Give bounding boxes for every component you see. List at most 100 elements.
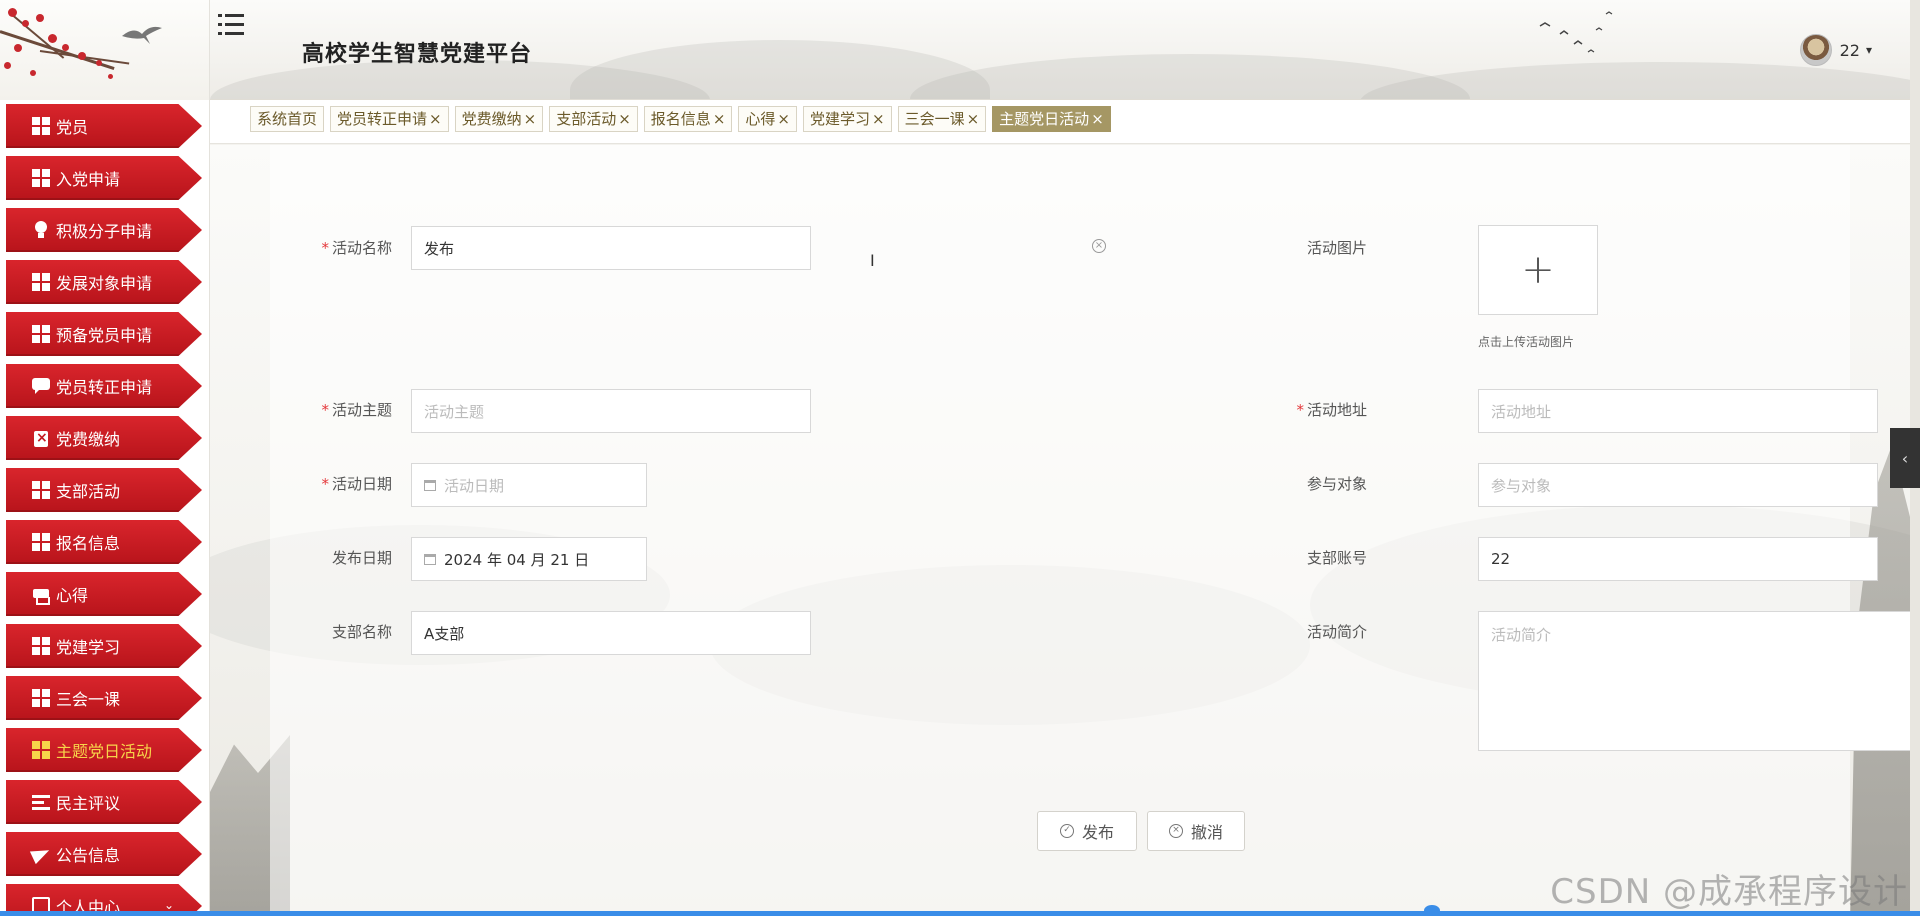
sidebar-item-label: 报名信息 — [56, 534, 121, 553]
sidebar-item-label: 党费缴纳 — [56, 430, 121, 449]
sidebar-item-label: 民主评议 — [56, 794, 121, 813]
close-icon[interactable]: × — [872, 110, 885, 128]
crane-icon — [122, 26, 162, 44]
tab-three-meetings[interactable]: 三会一课 × — [897, 106, 987, 132]
activity-intro-label: 活动简介 — [1306, 623, 1367, 641]
grid-icon — [32, 325, 50, 343]
sidebar-item-three-meetings[interactable]: 三会一课 — [6, 676, 202, 720]
tab-regularization-application[interactable]: 党员转正申请 × — [330, 106, 449, 132]
sidebar-item-branch-activities[interactable]: 支部活动 — [6, 468, 202, 512]
activity-name-input[interactable]: 发布 — [411, 226, 811, 270]
tab-home[interactable]: 系统首页 — [250, 106, 325, 132]
activity-address-placeholder: 活动地址 — [1491, 402, 1552, 421]
sidebar-item-label: 主题党日活动 — [56, 742, 153, 761]
list-icon — [32, 793, 50, 811]
sidebar-item-theme-day-activity[interactable]: 主题党日活动 — [6, 728, 202, 772]
activity-form: * 活动名称 发布 I × 活动图片 + 点击上传活动图片 * 活动主题 活动主题 … — [270, 145, 1910, 916]
grid-icon — [32, 169, 50, 187]
publish-date-label: 发布日期 — [331, 549, 392, 567]
sidebar-item-label: 三会一课 — [56, 690, 121, 709]
sidebar-item-label: 党员 — [56, 118, 89, 137]
sidebar-item-probationary-application[interactable]: 预备党员申请 — [6, 312, 202, 356]
menu-toggle-icon[interactable] — [218, 14, 244, 38]
branch-account-input[interactable]: 22 — [1478, 537, 1878, 581]
activity-date-picker[interactable]: 活动日期 — [411, 463, 647, 507]
close-icon[interactable]: × — [618, 110, 631, 128]
sidebar-item-activist-application[interactable]: 积极分子申请 — [6, 208, 202, 252]
activity-name-label: * 活动名称 — [321, 239, 392, 257]
check-circle-icon: ✓ — [1059, 824, 1074, 838]
participants-input[interactable]: 参与对象 — [1478, 463, 1878, 507]
close-icon[interactable]: × — [777, 110, 790, 128]
grid-icon — [32, 533, 50, 551]
sidebar-item-experience[interactable]: 心得 — [6, 572, 202, 616]
sidebar-item-dues-payment[interactable]: 党费缴纳 — [6, 416, 202, 460]
activity-theme-label: * 活动主题 — [321, 401, 392, 419]
activity-intro-textarea[interactable]: 活动简介 — [1478, 611, 1910, 751]
bulb-icon — [32, 221, 50, 239]
sidebar-menu: 党员 入党申请 积极分子申请 发展对象申请 预备党员申请 党员转正申请 党费缴纳 — [6, 104, 209, 916]
branch-name-input[interactable]: A支部 — [411, 611, 811, 655]
activity-address-label: * 活动地址 — [1296, 401, 1367, 419]
tab-dues-payment[interactable]: 党费缴纳 × — [454, 106, 544, 132]
tab-label: 报名信息 — [650, 110, 711, 128]
horizontal-scrollbar[interactable] — [0, 911, 1920, 916]
scrollbar-thumb[interactable] — [1424, 905, 1440, 916]
calendar-icon — [424, 553, 436, 565]
branch-account-label: 支部账号 — [1306, 549, 1367, 567]
grid-icon — [32, 273, 50, 291]
main-content: * 活动名称 发布 I × 活动图片 + 点击上传活动图片 * 活动主题 活动主题 … — [210, 145, 1910, 916]
caret-down-icon: ▾ — [1865, 43, 1872, 57]
activity-name-value: 发布 — [424, 239, 455, 258]
clear-icon[interactable]: × — [1092, 239, 1106, 253]
tab-registration-info[interactable]: 报名信息 × — [643, 106, 733, 132]
participants-placeholder: 参与对象 — [1491, 476, 1552, 495]
paper-plane-icon — [32, 845, 50, 863]
side-panel-toggle[interactable]: ‹ — [1890, 428, 1920, 488]
sidebar-item-announcements[interactable]: 公告信息 — [6, 832, 202, 876]
user-menu[interactable]: 22 ▾ — [1799, 34, 1872, 66]
branch-name-value: A支部 — [424, 624, 465, 643]
activity-theme-input[interactable]: 活动主题 — [411, 389, 811, 433]
chevron-down-icon: ⌄ — [163, 898, 174, 912]
calendar-icon — [424, 479, 436, 491]
watermark: CSDN @成承程序设计 — [1550, 872, 1908, 912]
activity-address-input[interactable]: 活动地址 — [1478, 389, 1878, 433]
sidebar-item-members[interactable]: 党员 — [6, 104, 202, 148]
site-title: 高校学生智慧党建平台 — [302, 42, 533, 67]
grid-icon — [32, 637, 50, 655]
activity-theme-placeholder: 活动主题 — [424, 402, 485, 421]
close-icon[interactable]: × — [967, 110, 980, 128]
tab-experience[interactable]: 心得 × — [738, 106, 797, 132]
grid-icon — [32, 689, 50, 707]
activity-intro-placeholder: 活动简介 — [1491, 626, 1552, 644]
tab-branch-activities[interactable]: 支部活动 × — [549, 106, 638, 132]
sidebar-item-party-application[interactable]: 入党申请 — [6, 156, 202, 200]
close-icon[interactable]: × — [429, 110, 442, 128]
close-icon[interactable]: × — [1091, 110, 1104, 128]
sidebar-item-registration-info[interactable]: 报名信息 — [6, 520, 202, 564]
publish-date-picker[interactable]: 2024 年 04 月 21 日 — [411, 537, 647, 581]
activity-date-placeholder: 活动日期 — [444, 476, 505, 495]
grid-icon — [32, 481, 50, 499]
sidebar-item-development-application[interactable]: 发展对象申请 — [6, 260, 202, 304]
cancel-button[interactable]: × 撤消 — [1147, 811, 1245, 851]
tab-party-study[interactable]: 党建学习 × — [802, 106, 892, 132]
image-upload-button[interactable]: + — [1478, 225, 1598, 315]
grid-icon — [32, 741, 50, 759]
sidebar-item-party-study[interactable]: 党建学习 — [6, 624, 202, 668]
sidebar-item-label: 发展对象申请 — [56, 274, 153, 293]
sidebar-item-democratic-review[interactable]: 民主评议 — [6, 780, 202, 824]
close-icon[interactable]: × — [713, 110, 726, 128]
avatar[interactable] — [1799, 34, 1832, 66]
cancel-button-label: 撤消 — [1190, 823, 1223, 842]
sidebar-logo-decoration — [0, 0, 209, 100]
tab-theme-day-activity[interactable]: 主题党日活动 × — [992, 106, 1111, 132]
sidebar-item-regularization-application[interactable]: 党员转正申请 — [6, 364, 202, 408]
chevron-left-icon: ‹ — [1901, 448, 1909, 468]
close-icon[interactable]: × — [524, 110, 537, 128]
sidebar-item-label: 党员转正申请 — [56, 378, 153, 397]
sidebar-item-label: 党建学习 — [56, 638, 121, 657]
publish-button[interactable]: ✓ 发布 — [1037, 811, 1137, 851]
tab-label: 支部活动 — [556, 110, 617, 128]
